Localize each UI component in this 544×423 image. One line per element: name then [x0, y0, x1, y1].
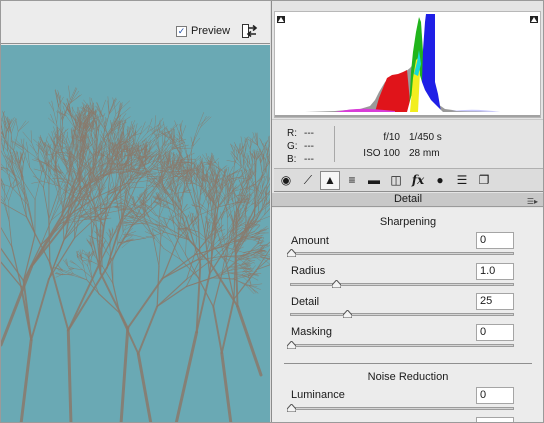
adjustment-panel: R: --- G: --- B: --- f/10 1/450 s ISO 100 28 … [271, 1, 543, 422]
luminance-field[interactable]: 0 [476, 387, 514, 404]
r-value: --- [304, 128, 314, 139]
radius-field[interactable]: 1.0 [476, 263, 514, 280]
shadow-clipping-triangle-icon[interactable] [277, 16, 285, 23]
r-label: R: [287, 128, 297, 139]
focal-length-value: 28 mm [409, 148, 440, 159]
g-label: G: [287, 141, 298, 152]
tab-snapshots[interactable]: ❐ [474, 171, 494, 190]
amount-field[interactable]: 0 [476, 232, 514, 249]
preview-label: Preview [191, 25, 231, 37]
histogram [274, 11, 541, 118]
rgb-readout: R: --- G: --- B: --- [287, 127, 321, 166]
basic-icon: ◉ [280, 173, 292, 187]
camera-calibration-icon: ● [436, 173, 444, 187]
panel-tabs: ◉ ⟋ ▲ ≡ ▬ ◫ fx ● ☰ ❐ [274, 168, 543, 192]
detail-icon: ▲ [324, 173, 336, 187]
tab-tone-curve[interactable]: ⟋ [298, 171, 318, 190]
panel-header: Detail ☰▸ [272, 193, 543, 208]
hsl-icon: ≡ [348, 173, 356, 187]
aperture-value: f/10 [383, 132, 400, 143]
masking-slider-thumb[interactable] [287, 341, 296, 349]
swap-arrows-icon[interactable] [241, 23, 259, 39]
exif-readout: f/10 1/450 s ISO 100 28 mm [359, 130, 442, 162]
detail-slider[interactable] [290, 310, 514, 318]
radius-label: Radius [291, 265, 326, 277]
panel-title: Detail [393, 193, 423, 205]
luminance-slider-thumb[interactable] [287, 404, 296, 412]
camera-raw-window: ✓ Preview R: --- G: --- B: --- f/10 1/45… [0, 0, 544, 423]
shutter-value: 1/450 s [409, 132, 442, 143]
effects-icon: fx [411, 173, 425, 187]
preview-checkbox-control[interactable]: ✓ Preview [176, 25, 230, 37]
lens-corrections-icon: ◫ [390, 173, 402, 187]
radius-slider-thumb[interactable] [331, 280, 341, 288]
b-label: B: [287, 154, 297, 165]
pixel-info: R: --- G: --- B: --- f/10 1/450 s ISO 100 28 … [272, 119, 543, 167]
tab-camera-calibration[interactable]: ● [430, 171, 450, 190]
photo-preview[interactable] [1, 45, 270, 422]
amount-label: Amount [291, 235, 329, 247]
detail-label: Detail [291, 296, 320, 308]
detail-slider-thumb[interactable] [343, 310, 352, 318]
detail-panel-body: Sharpening Amount 0 Radius 1.0 Detail 25… [272, 208, 543, 422]
histogram-graph [275, 14, 540, 117]
masking-slider[interactable] [287, 341, 514, 349]
panel-menu-icon[interactable]: ☰▸ [527, 195, 538, 208]
sharpening-title: Sharpening [379, 216, 437, 228]
amount-slider-thumb[interactable] [287, 249, 296, 257]
section-divider [284, 363, 532, 364]
tone-curve-icon: ⟋ [303, 172, 313, 187]
tab-effects[interactable]: fx [408, 171, 428, 190]
highlight-clipping-triangle-icon[interactable] [530, 16, 538, 23]
snapshots-icon: ❐ [478, 173, 490, 187]
masking-field[interactable]: 0 [476, 324, 514, 341]
luminance-label: Luminance [291, 389, 345, 401]
noise-reduction-title: Noise Reduction [367, 371, 449, 383]
tab-detail[interactable]: ▲ [320, 170, 340, 190]
presets-icon: ☰ [456, 173, 468, 187]
split-toning-icon: ▬ [368, 173, 380, 187]
tree-branches-image [1, 45, 270, 422]
luminance-slider[interactable] [287, 404, 514, 412]
radius-slider[interactable] [290, 280, 514, 288]
detail-field[interactable]: 25 [476, 293, 514, 310]
preview-toolbar: ✓ Preview [1, 1, 270, 44]
masking-label: Masking [291, 326, 332, 338]
amount-slider[interactable] [287, 249, 514, 257]
image-pane: ✓ Preview [1, 1, 270, 422]
info-divider [334, 126, 335, 162]
g-value: --- [304, 141, 314, 152]
tab-split-toning[interactable]: ▬ [364, 171, 384, 190]
next-field-partial[interactable] [476, 417, 514, 422]
tab-lens-corrections[interactable]: ◫ [386, 171, 406, 190]
tab-presets[interactable]: ☰ [452, 171, 472, 190]
b-value: --- [304, 154, 314, 165]
iso-value: ISO 100 [363, 148, 400, 159]
preview-checkbox[interactable]: ✓ [176, 25, 187, 37]
tab-basic[interactable]: ◉ [276, 171, 296, 190]
tab-hsl[interactable]: ≡ [342, 171, 362, 190]
